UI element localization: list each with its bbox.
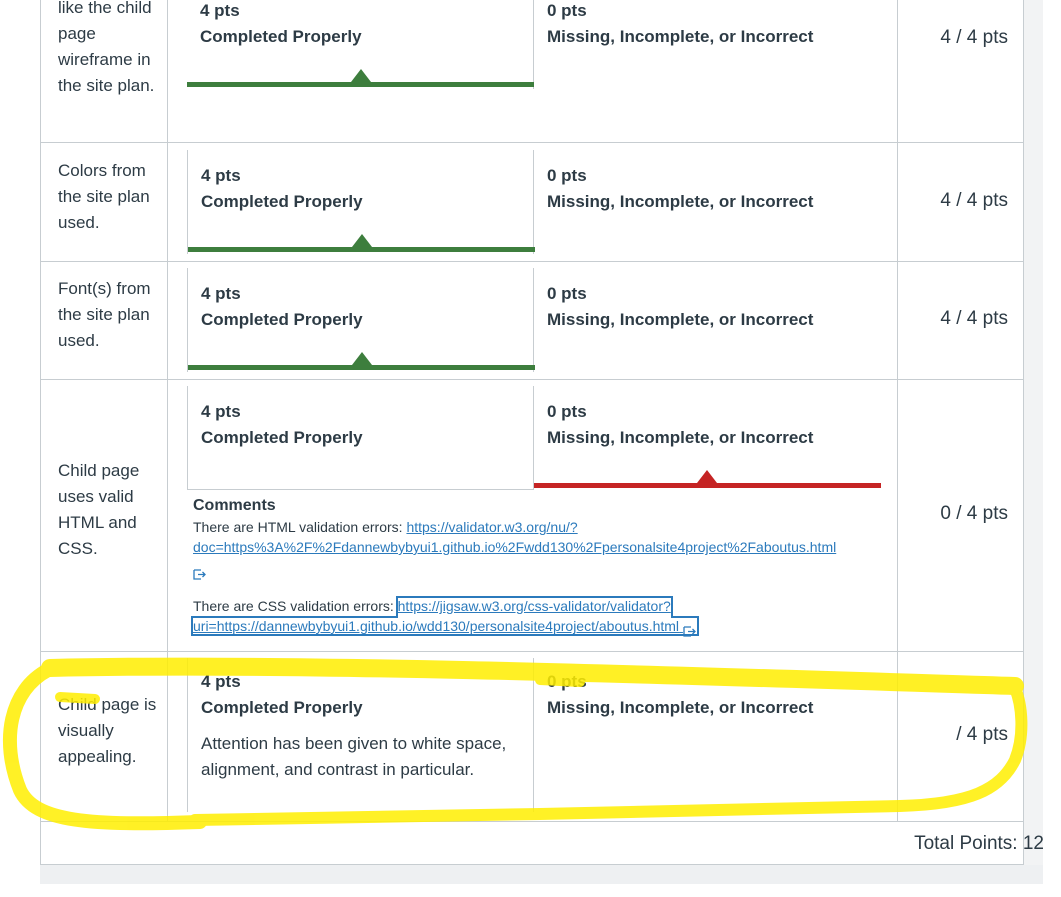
- ratings-group: 4 pts Completed Properly 0 pts Missing, …: [187, 386, 881, 490]
- rating-long-description: Attention has been given to white space,…: [201, 734, 507, 779]
- comments-heading: Comments: [193, 497, 276, 514]
- comment-prefix: There are HTML validation errors:: [193, 519, 407, 535]
- rating-missing-incomplete[interactable]: 0 pts Missing, Incomplete, or Incorrect: [534, 268, 881, 372]
- html-validation-comment: There are HTML validation errors: https:…: [193, 517, 893, 580]
- rating-completed-properly[interactable]: 4 pts Completed Properly: [187, 268, 535, 372]
- criterion-description: like the child page wireframe in the sit…: [58, 0, 155, 95]
- column-divider: [897, 379, 898, 651]
- rubric-criterion-row: Colors from the site plan used. 4 pts Co…: [40, 143, 1024, 262]
- criterion-description: Child page is visually appealing.: [58, 695, 157, 766]
- scrollbar-track[interactable]: [1024, 0, 1043, 884]
- rating-completed-properly[interactable]: 4 pts Completed Properly: [187, 150, 535, 254]
- selected-bar: [188, 365, 535, 370]
- selected-indicator-icon: [352, 234, 372, 247]
- rating-label: Completed Properly: [201, 310, 363, 329]
- rating-label: Missing, Incomplete, or Incorrect: [547, 698, 814, 717]
- column-divider: [167, 379, 168, 651]
- rating-points: 0 pts: [547, 1, 587, 20]
- rating-label: Completed Properly: [201, 428, 363, 447]
- criterion-score: / 4 pts: [956, 724, 1008, 745]
- rating-completed-properly[interactable]: 4 pts Completed Properly: [187, 386, 534, 490]
- external-link-icon[interactable]: [193, 565, 207, 580]
- criterion-score: 0 / 4 pts: [940, 503, 1008, 524]
- rating-missing-incomplete[interactable]: 0 pts Missing, Incomplete, or Incorrect: [534, 386, 881, 490]
- rating-label: Completed Properly: [201, 698, 363, 717]
- ratings-group: 4 pts Completed Properly Attention has b…: [187, 658, 881, 812]
- rating-missing-incomplete[interactable]: 0 pts Missing, Incomplete, or Incorrect: [534, 150, 881, 254]
- column-divider: [167, 143, 168, 261]
- rating-label: Missing, Incomplete, or Incorrect: [547, 428, 814, 447]
- rating-completed-properly[interactable]: 4 pts Completed Properly Attention has b…: [187, 658, 534, 812]
- column-divider: [167, 261, 168, 379]
- criterion-description: Font(s) from the site plan used.: [58, 279, 151, 350]
- criterion-score: 4 / 4 pts: [940, 308, 1008, 329]
- rubric-criterion-row: Child page is visually appealing. 4 pts …: [40, 651, 1024, 822]
- selected-indicator-icon: [352, 352, 372, 365]
- rating-points: 4 pts: [201, 166, 241, 185]
- css-validation-comment: There are CSS validation errors: https:/…: [191, 596, 893, 637]
- selected-indicator-icon: [351, 69, 371, 82]
- rating-label: Completed Properly: [200, 27, 362, 46]
- rating-points: 4 pts: [201, 672, 241, 691]
- rubric-criterion-row: like the child page wireframe in the sit…: [40, 0, 1024, 143]
- rating-missing-incomplete[interactable]: 0 pts Missing, Incomplete, or Incorrect: [534, 658, 881, 762]
- rating-completed-properly[interactable]: 4 pts Completed Properly: [187, 0, 534, 89]
- ratings-group: 4 pts Completed Properly 0 pts Missing, …: [187, 268, 881, 372]
- ratings-group: 4 pts Completed Properly 0 pts Missing, …: [187, 0, 881, 89]
- rating-points: 0 pts: [547, 166, 587, 185]
- criterion-score: 4 / 4 pts: [940, 27, 1008, 48]
- selected-bar: [188, 247, 535, 252]
- rating-label: Missing, Incomplete, or Incorrect: [547, 27, 814, 46]
- ratings-group: 4 pts Completed Properly 0 pts Missing, …: [187, 150, 881, 254]
- criterion-description: Child page uses valid HTML and CSS.: [58, 461, 140, 558]
- column-divider: [167, 0, 168, 142]
- rating-points: 4 pts: [200, 1, 240, 20]
- rating-label: Completed Properly: [201, 192, 363, 211]
- selected-bar: [534, 483, 881, 488]
- column-divider: [897, 651, 898, 821]
- column-divider: [167, 651, 168, 821]
- criterion-description: Colors from the site plan used.: [58, 161, 150, 232]
- rating-points: 4 pts: [201, 284, 241, 303]
- rubric-criterion-row: Font(s) from the site plan used. 4 pts C…: [40, 261, 1024, 380]
- rubric-criterion-row: Child page uses valid HTML and CSS. 4 pt…: [40, 379, 1024, 652]
- column-divider: [897, 143, 898, 261]
- rating-points: 0 pts: [547, 402, 587, 421]
- rating-points: 4 pts: [201, 402, 241, 421]
- rating-label: Missing, Incomplete, or Incorrect: [547, 310, 814, 329]
- rubric-footer-shadow: [40, 865, 1043, 884]
- selected-indicator-icon: [697, 470, 717, 483]
- selected-bar: [187, 82, 534, 87]
- comment-prefix: There are CSS validation errors:: [193, 598, 398, 614]
- rating-missing-incomplete[interactable]: 0 pts Missing, Incomplete, or Incorrect: [534, 0, 881, 89]
- total-points: Total Points: 12: [914, 833, 1044, 854]
- criterion-score: 4 / 4 pts: [940, 190, 1008, 211]
- rating-points: 0 pts: [547, 672, 587, 691]
- column-divider: [897, 0, 898, 142]
- external-link-icon[interactable]: [683, 622, 697, 637]
- rating-points: 0 pts: [547, 284, 587, 303]
- rating-label: Missing, Incomplete, or Incorrect: [547, 192, 814, 211]
- column-divider: [897, 261, 898, 379]
